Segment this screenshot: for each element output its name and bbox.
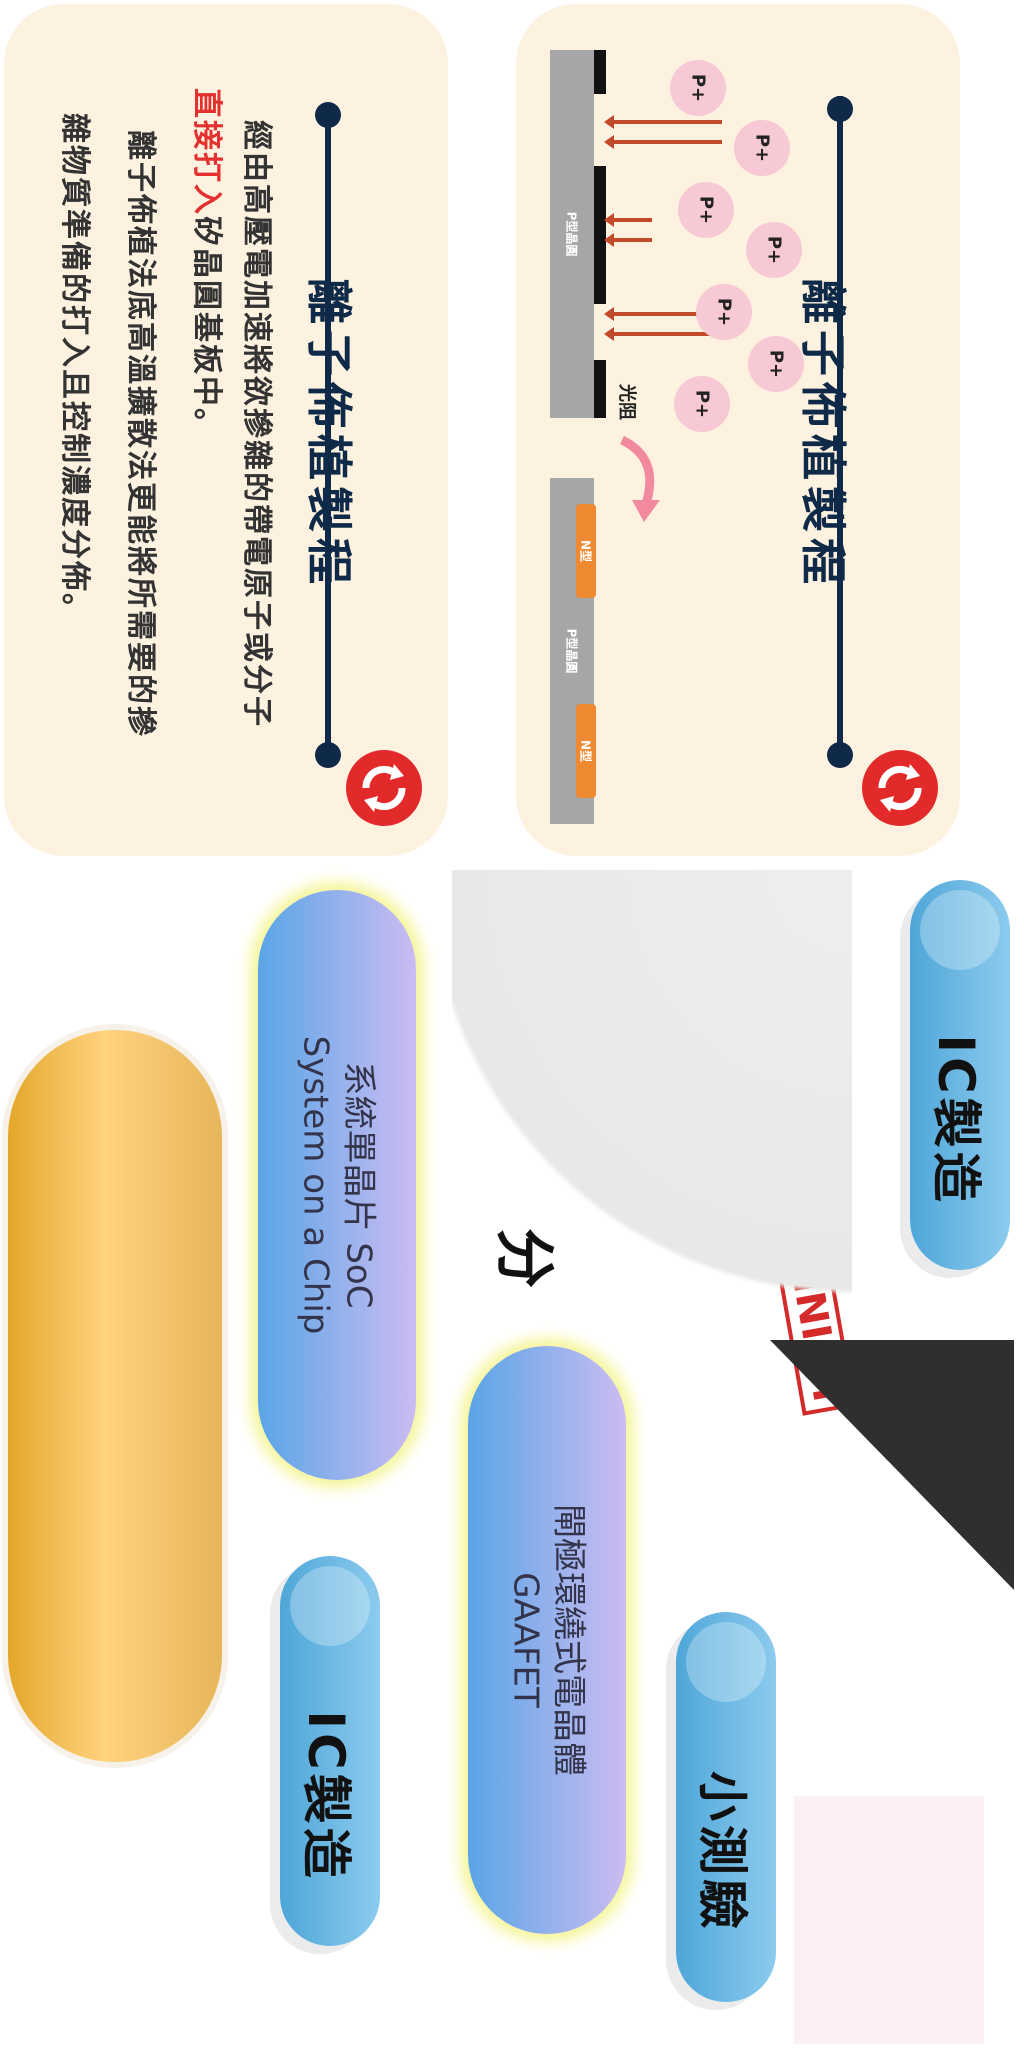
photoresist-segment bbox=[594, 360, 606, 418]
soc-pill-label: 系統單晶片 SoC System on a Chip bbox=[296, 1035, 379, 1335]
paragraph-line: 直接打入矽晶圓基板中。 bbox=[189, 88, 224, 440]
gaafet-pill-label: 閘極環繞式電晶體 GAAFET bbox=[506, 1504, 589, 1776]
paragraph-line: 經由高壓電加速將欲摻雜的帶電原子或分子 bbox=[239, 120, 274, 728]
score-label: 分 bbox=[488, 1228, 559, 1288]
gold-capsule bbox=[8, 1030, 222, 1762]
ion-arrow bbox=[604, 135, 722, 149]
quiz-tab[interactable]: 小測驗 bbox=[676, 1612, 776, 2002]
p-ion: P+ bbox=[670, 60, 726, 116]
highlight-text: 直接打入 bbox=[189, 88, 224, 216]
refresh-badge-icon[interactable] bbox=[862, 750, 938, 826]
p-ion: P+ bbox=[678, 182, 734, 238]
tab-label: IC製造 bbox=[297, 1710, 355, 1882]
p-ion: P+ bbox=[696, 284, 752, 340]
photoresist-segment bbox=[594, 50, 606, 94]
p-ion: P+ bbox=[674, 376, 730, 432]
title-line-dot-top bbox=[827, 96, 853, 122]
tab-cap bbox=[686, 1622, 766, 1702]
ion-arrow bbox=[604, 233, 652, 247]
pink-panel bbox=[794, 1796, 984, 2044]
tab-label: IC製造 bbox=[927, 1034, 985, 1206]
transition-arrow-icon bbox=[619, 435, 660, 522]
refresh-badge-icon[interactable] bbox=[346, 750, 422, 826]
paragraph-line: 離子佈植法底高溫擴散法更能將所需要的摻 bbox=[123, 130, 158, 738]
n-type-region: N型 bbox=[576, 504, 596, 598]
resist-label: 光阻 bbox=[616, 384, 637, 420]
p-ion: P+ bbox=[734, 120, 790, 176]
n-type-region: N型 bbox=[576, 704, 596, 798]
p-ion: P+ bbox=[746, 222, 802, 278]
gaafet-pill[interactable]: 閘極環繞式電晶體 GAAFET bbox=[468, 1346, 626, 1934]
title-line-dot-bottom bbox=[827, 742, 853, 768]
title-line-dot-top bbox=[315, 102, 341, 128]
ic-manufacturing-tab[interactable]: IC製造 bbox=[910, 880, 1010, 1270]
ic-manufacturing-tab[interactable]: IC製造 bbox=[280, 1556, 380, 1946]
ion-implant-text-card: 離子佈植製程 經由高壓電加速將欲摻雜的帶電原子或分子 直接打入矽晶圓基板中。 離… bbox=[4, 4, 448, 856]
title-line-dot-bottom bbox=[315, 742, 341, 768]
ion-arrow bbox=[604, 213, 652, 227]
tab-cap bbox=[290, 1566, 370, 1646]
paragraph-line: 雜物質準備的打入且控制濃度分佈。 bbox=[57, 113, 92, 625]
p-wafer: P型晶圓 bbox=[550, 50, 594, 418]
tab-label: 小測驗 bbox=[693, 1771, 751, 1933]
tab-cap bbox=[920, 890, 1000, 970]
ion-implant-diagram-card: 離子佈植製程 P型晶圓 光阻 P+ P+ P+ P+ P+ P+ P+ P型晶圓… bbox=[516, 4, 960, 856]
card-title: 離子佈植製程 bbox=[796, 278, 850, 590]
soc-pill[interactable]: 系統單晶片 SoC System on a Chip bbox=[258, 890, 416, 1480]
p-ion: P+ bbox=[748, 336, 804, 392]
ion-arrow bbox=[604, 115, 722, 129]
